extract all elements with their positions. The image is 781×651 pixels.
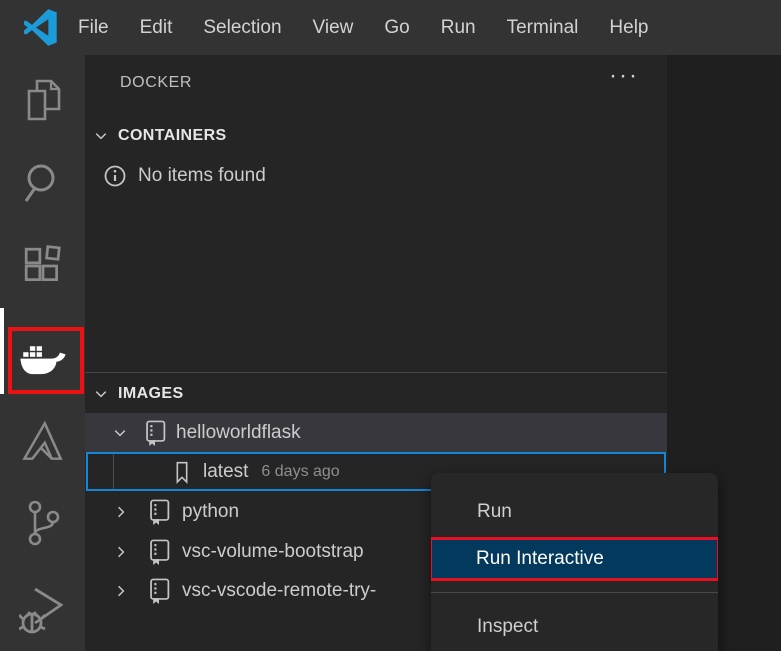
menu-terminal[interactable]: Terminal <box>507 17 579 39</box>
activity-bar <box>0 55 85 651</box>
azure-icon[interactable] <box>0 420 85 462</box>
panel-header: DOCKER ··· <box>85 70 667 98</box>
extensions-icon[interactable] <box>0 245 85 287</box>
image-label: vsc-volume-bootstrap <box>182 541 364 563</box>
vscode-window: File Edit Selection View Go Run Terminal… <box>0 0 781 651</box>
menu-selection[interactable]: Selection <box>203 17 281 39</box>
section-images[interactable]: IMAGES <box>85 381 667 407</box>
section-divider <box>85 372 667 373</box>
panel-title: DOCKER <box>120 74 192 92</box>
docker-image-icon <box>146 497 172 527</box>
containers-empty-message: No items found <box>138 165 266 187</box>
image-row-helloworldflask[interactable]: helloworldflask <box>85 413 667 452</box>
menu-run[interactable]: Run <box>441 17 476 39</box>
more-actions-icon[interactable]: ··· <box>609 62 639 90</box>
info-icon <box>103 164 127 188</box>
titlebar: File Edit Selection View Go Run Terminal… <box>0 0 781 55</box>
chevron-right-icon <box>113 504 129 520</box>
section-images-label: IMAGES <box>118 385 184 403</box>
image-label: vsc-vscode-remote-try- <box>182 580 376 602</box>
menubar: File Edit Selection View Go Run Terminal… <box>78 17 649 39</box>
indent-guide <box>113 454 114 489</box>
chevron-down-icon <box>112 425 128 441</box>
context-menu-item-inspect[interactable]: Inspect <box>431 598 718 651</box>
context-menu-separator <box>431 592 718 593</box>
tag-age: 6 days ago <box>261 463 339 481</box>
image-label: helloworldflask <box>176 422 301 444</box>
menu-view[interactable]: View <box>313 17 354 39</box>
docker-icon[interactable] <box>0 339 85 381</box>
docker-image-icon <box>146 576 172 606</box>
explorer-icon[interactable] <box>0 77 85 123</box>
menu-edit[interactable]: Edit <box>140 17 173 39</box>
tag-label: latest <box>203 461 248 483</box>
containers-empty-row: No items found <box>85 162 667 189</box>
context-menu-item-run-interactive[interactable]: Run Interactive <box>431 537 718 581</box>
run-and-debug-icon[interactable] <box>0 583 85 651</box>
section-containers-label: CONTAINERS <box>118 127 227 145</box>
context-menu: Run Run Interactive Inspect <box>431 473 718 651</box>
tag-bookmark-icon <box>170 458 194 486</box>
context-menu-item-run[interactable]: Run <box>431 493 718 531</box>
source-control-icon[interactable] <box>0 498 85 548</box>
section-containers[interactable]: CONTAINERS <box>85 123 667 149</box>
image-label: python <box>182 501 239 523</box>
chevron-down-icon <box>93 386 109 402</box>
docker-image-icon <box>142 418 168 448</box>
menu-help[interactable]: Help <box>609 17 648 39</box>
chevron-down-icon <box>93 128 109 144</box>
chevron-right-icon <box>113 583 129 599</box>
chevron-right-icon <box>113 544 129 560</box>
menu-file[interactable]: File <box>78 17 109 39</box>
menu-go[interactable]: Go <box>384 17 409 39</box>
vscode-logo-icon <box>21 9 58 46</box>
docker-image-icon <box>146 537 172 567</box>
search-icon[interactable] <box>0 161 85 205</box>
